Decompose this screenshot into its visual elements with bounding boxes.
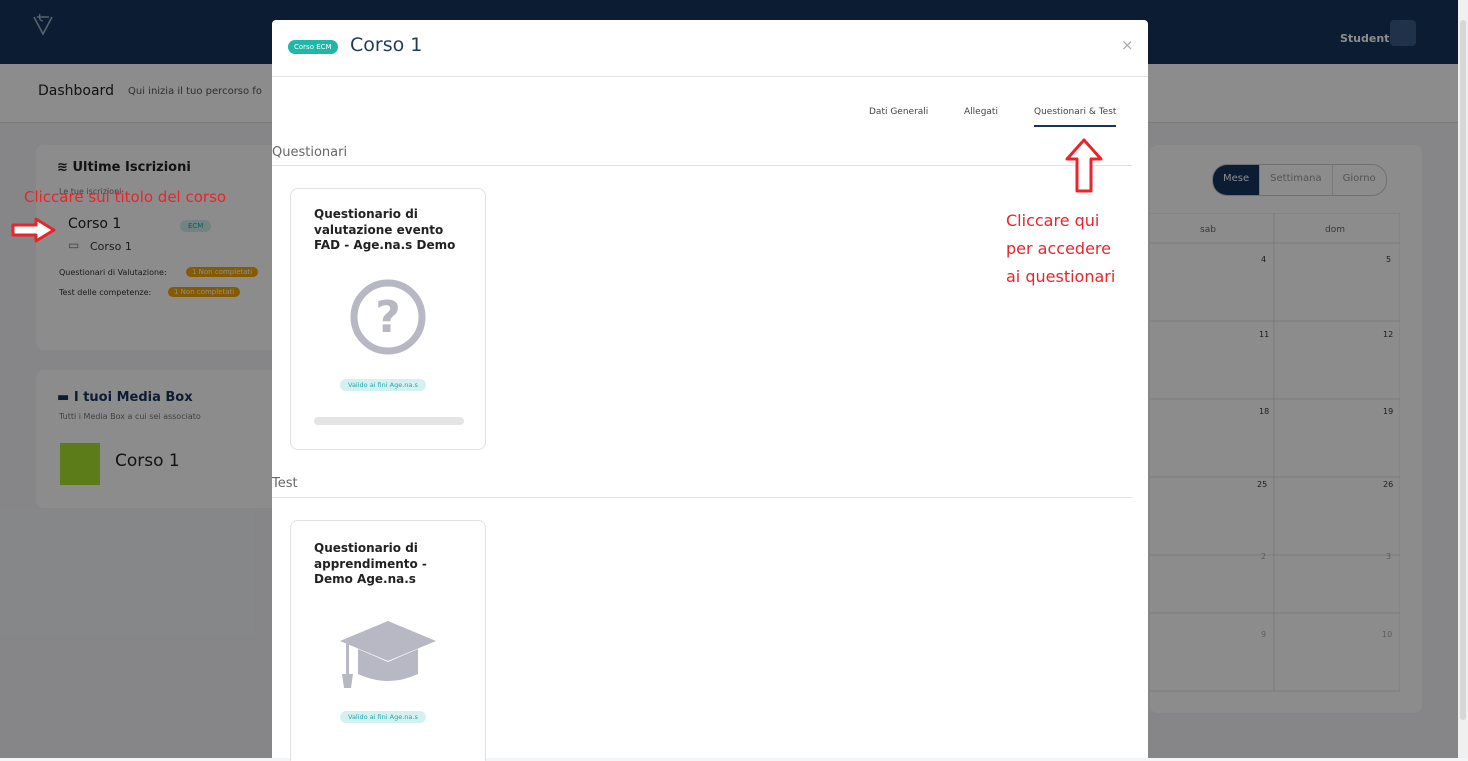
section-title-questionari: Questionari: [272, 145, 348, 160]
arrow-right-icon: [11, 217, 56, 243]
page-scrollbar[interactable]: [1458, 0, 1468, 758]
annotation-right-line2: per accedere: [1006, 239, 1111, 258]
tab-dati-generali[interactable]: Dati Generali: [869, 107, 928, 117]
annotation-right-line3: ai questionari: [1006, 267, 1116, 286]
course-type-badge: Corso ECM: [288, 40, 338, 54]
question-circle-icon: ?: [350, 279, 426, 355]
questionario-card[interactable]: Questionario di valutazione evento FAD -…: [290, 188, 486, 450]
modal-header: Corso ECM Corso 1 ×: [272, 20, 1148, 77]
questionario-title[interactable]: Questionario di valutazione evento FAD -…: [314, 207, 464, 254]
svg-text:?: ?: [375, 292, 401, 343]
test-title[interactable]: Questionario di apprendimento - Demo Age…: [314, 541, 464, 588]
section-title-test: Test: [272, 476, 298, 491]
section-divider: [272, 165, 1132, 166]
arrow-up-icon: [1065, 138, 1103, 193]
annotation-right-line1: Cliccare qui: [1006, 211, 1100, 230]
validity-badge: Valido ai fini Age.na.s: [340, 711, 426, 723]
graduation-cap-icon: [340, 621, 436, 688]
course-modal: Corso ECM Corso 1 × Dati Generali Allega…: [272, 20, 1148, 761]
scrollbar-thumb[interactable]: [1460, 20, 1466, 720]
close-icon[interactable]: ×: [1121, 36, 1134, 54]
section-divider: [272, 497, 1132, 498]
modal-title: Corso 1: [350, 34, 423, 56]
tab-questionari-test[interactable]: Questionari & Test: [1034, 107, 1117, 127]
test-card[interactable]: Questionario di apprendimento - Demo Age…: [290, 520, 486, 761]
validity-badge: Valido ai fini Age.na.s: [340, 379, 426, 391]
annotation-left: Cliccare sul titolo del corso: [24, 188, 227, 206]
progress-bar: [314, 417, 464, 425]
tab-allegati[interactable]: Allegati: [964, 107, 998, 117]
